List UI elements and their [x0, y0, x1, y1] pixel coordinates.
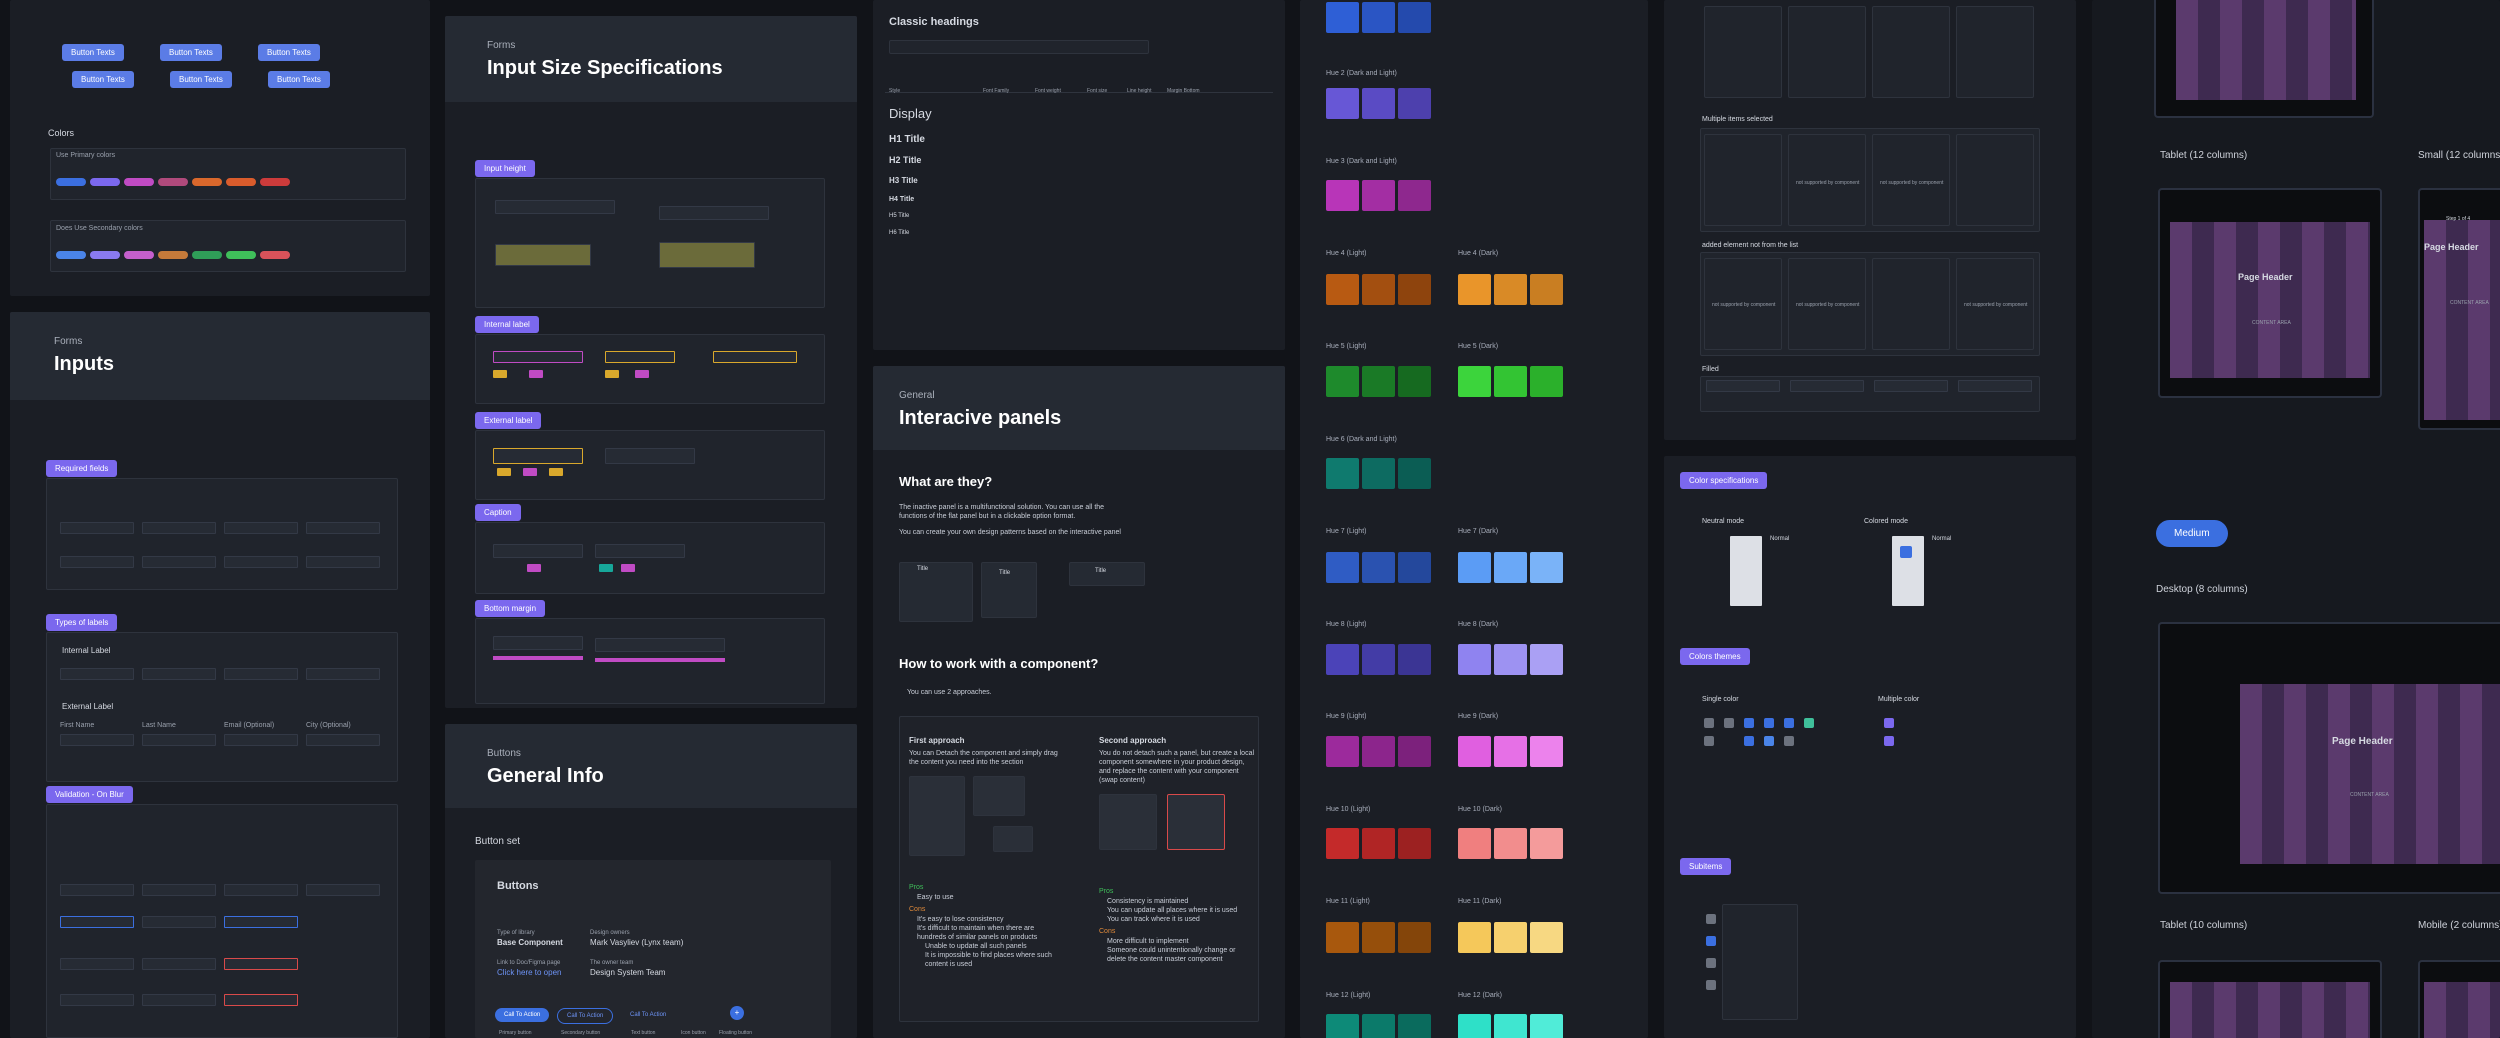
text-field[interactable]	[142, 994, 216, 1006]
validation-tag: Validation - On Blur	[46, 786, 133, 803]
breakpoints-artboard: Tablet (12 columns) Small (12 columns) P…	[2092, 0, 2500, 1038]
classic-headings-artboard: Classic headings Style Font Family Font …	[873, 0, 1285, 350]
desktop-8-label: Desktop (8 columns)	[2156, 584, 2248, 595]
buttons-general-artboard: Buttons General Info Button set Buttons …	[445, 724, 857, 1038]
tablet-10-label: Tablet (10 columns)	[2160, 920, 2248, 931]
select-states-artboard: Multiple items selected not supported by…	[1664, 0, 2076, 440]
page-title: Input Size Specifications	[487, 57, 723, 79]
select-field[interactable]	[1790, 380, 1864, 392]
text-field[interactable]	[60, 916, 134, 928]
select-field[interactable]	[1958, 380, 2032, 392]
color-pill	[260, 178, 290, 186]
button-sample-3[interactable]: Button Texts	[258, 44, 320, 61]
text-field[interactable]	[60, 522, 134, 534]
text-field[interactable]	[306, 522, 380, 534]
text-field[interactable]	[224, 884, 298, 896]
text-field[interactable]	[142, 734, 216, 746]
text-field[interactable]	[224, 916, 298, 928]
button-sample-5[interactable]: Button Texts	[170, 71, 232, 88]
required-fields-tag: Required fields	[46, 460, 118, 477]
button-sample-4[interactable]: Button Texts	[72, 71, 134, 88]
internal-label-tag: Internal label	[475, 316, 539, 333]
text-field[interactable]	[60, 884, 134, 896]
text-field[interactable]	[142, 958, 216, 970]
text-field[interactable]	[224, 958, 298, 970]
color-specs-tag: Color specifications	[1680, 472, 1768, 489]
bottom-margin-tag: Bottom margin	[475, 600, 546, 617]
interactive-panel[interactable]	[899, 562, 973, 622]
inputs-header: Forms Inputs	[10, 312, 430, 400]
select-field[interactable]	[306, 734, 380, 746]
small-12-label: Small (12 columns)	[2418, 150, 2500, 161]
color-pill	[192, 178, 222, 186]
button-sample-2[interactable]: Button Texts	[160, 44, 222, 61]
page-title: Inputs	[54, 353, 114, 375]
input-size-artboard: Forms Input Size Specifications Input he…	[445, 16, 857, 708]
text-field[interactable]	[142, 556, 216, 568]
text-field[interactable]	[224, 522, 298, 534]
colors-themes-tag: Colors themes	[1680, 648, 1750, 665]
text-field[interactable]	[142, 522, 216, 534]
text-field[interactable]	[60, 958, 134, 970]
text-field[interactable]	[142, 668, 216, 680]
text-field[interactable]	[306, 884, 380, 896]
subitems-tag: Subitems	[1680, 858, 1732, 875]
color-pill	[90, 178, 120, 186]
color-pill	[158, 178, 188, 186]
select-field[interactable]	[1874, 380, 1948, 392]
input-height-tag: Input height	[475, 160, 535, 177]
medium-breakpoint-badge[interactable]: Medium	[2156, 520, 2228, 547]
text-field[interactable]	[60, 994, 134, 1006]
inputs-artboard: Forms Inputs Required fields Types of la…	[10, 312, 430, 1038]
select-field[interactable]	[306, 556, 380, 568]
color-pill	[226, 178, 256, 186]
select-field[interactable]	[306, 668, 380, 680]
text-field[interactable]	[60, 556, 134, 568]
external-label-tag: External label	[475, 412, 542, 429]
text-field[interactable]	[224, 668, 298, 680]
colors-heading: Colors	[48, 128, 75, 138]
interactive-panels-artboard: General Interacive panels What are they?…	[873, 366, 1285, 1038]
text-field[interactable]	[60, 734, 134, 746]
page-title: General Info	[487, 765, 604, 787]
select-field[interactable]	[1706, 380, 1780, 392]
text-field[interactable]	[224, 994, 298, 1006]
text-field[interactable]	[224, 734, 298, 746]
color-hues-artboard: Hue 2 (Dark and Light) Hue 3 (Dark and L…	[1300, 0, 1648, 1038]
page-title: Interacive panels	[899, 407, 1062, 429]
buttons-colors-artboard: Button Texts Button Texts Button Texts B…	[10, 0, 430, 296]
button-sample-6[interactable]: Button Texts	[268, 71, 330, 88]
text-field[interactable]	[60, 668, 134, 680]
color-specs-artboard: Color specifications Neutral mode Colore…	[1664, 456, 2076, 1038]
types-of-labels-tag: Types of labels	[46, 614, 118, 631]
doc-link[interactable]: Click here to open	[497, 968, 561, 977]
tablet-frame: Page Header CONTENT AREA	[2158, 188, 2382, 398]
desktop-frame: Page Header CONTENT AREA	[2158, 622, 2500, 894]
design-canvas: Button Texts Button Texts Button Texts B…	[0, 0, 2500, 1038]
text-field[interactable]	[142, 884, 216, 896]
secondary-cta-button[interactable]: Call To Action	[557, 1008, 614, 1024]
mobile-label: Mobile (2 columns)	[2418, 920, 2500, 931]
secondary-colors-title: Does Use Secondary colors	[56, 225, 143, 232]
button-sample-1[interactable]: Button Texts	[62, 44, 124, 61]
text-cta-button[interactable]: Call To Action	[621, 1008, 675, 1022]
interactive-panel[interactable]	[1069, 562, 1145, 586]
caption-tag: Caption	[475, 504, 521, 521]
small-frame: Step 1 of 4 Page Header CONTENT AREA	[2418, 188, 2500, 430]
text-field[interactable]	[142, 916, 216, 928]
floating-plus-button[interactable]: +	[730, 1006, 744, 1020]
color-pill	[56, 178, 86, 186]
text-field[interactable]	[224, 556, 298, 568]
primary-cta-button[interactable]: Call To Action	[495, 1008, 550, 1022]
color-pill	[124, 178, 154, 186]
tablet-12-label: Tablet (12 columns)	[2160, 150, 2248, 161]
primary-colors-title: Use Primary colors	[56, 152, 116, 159]
